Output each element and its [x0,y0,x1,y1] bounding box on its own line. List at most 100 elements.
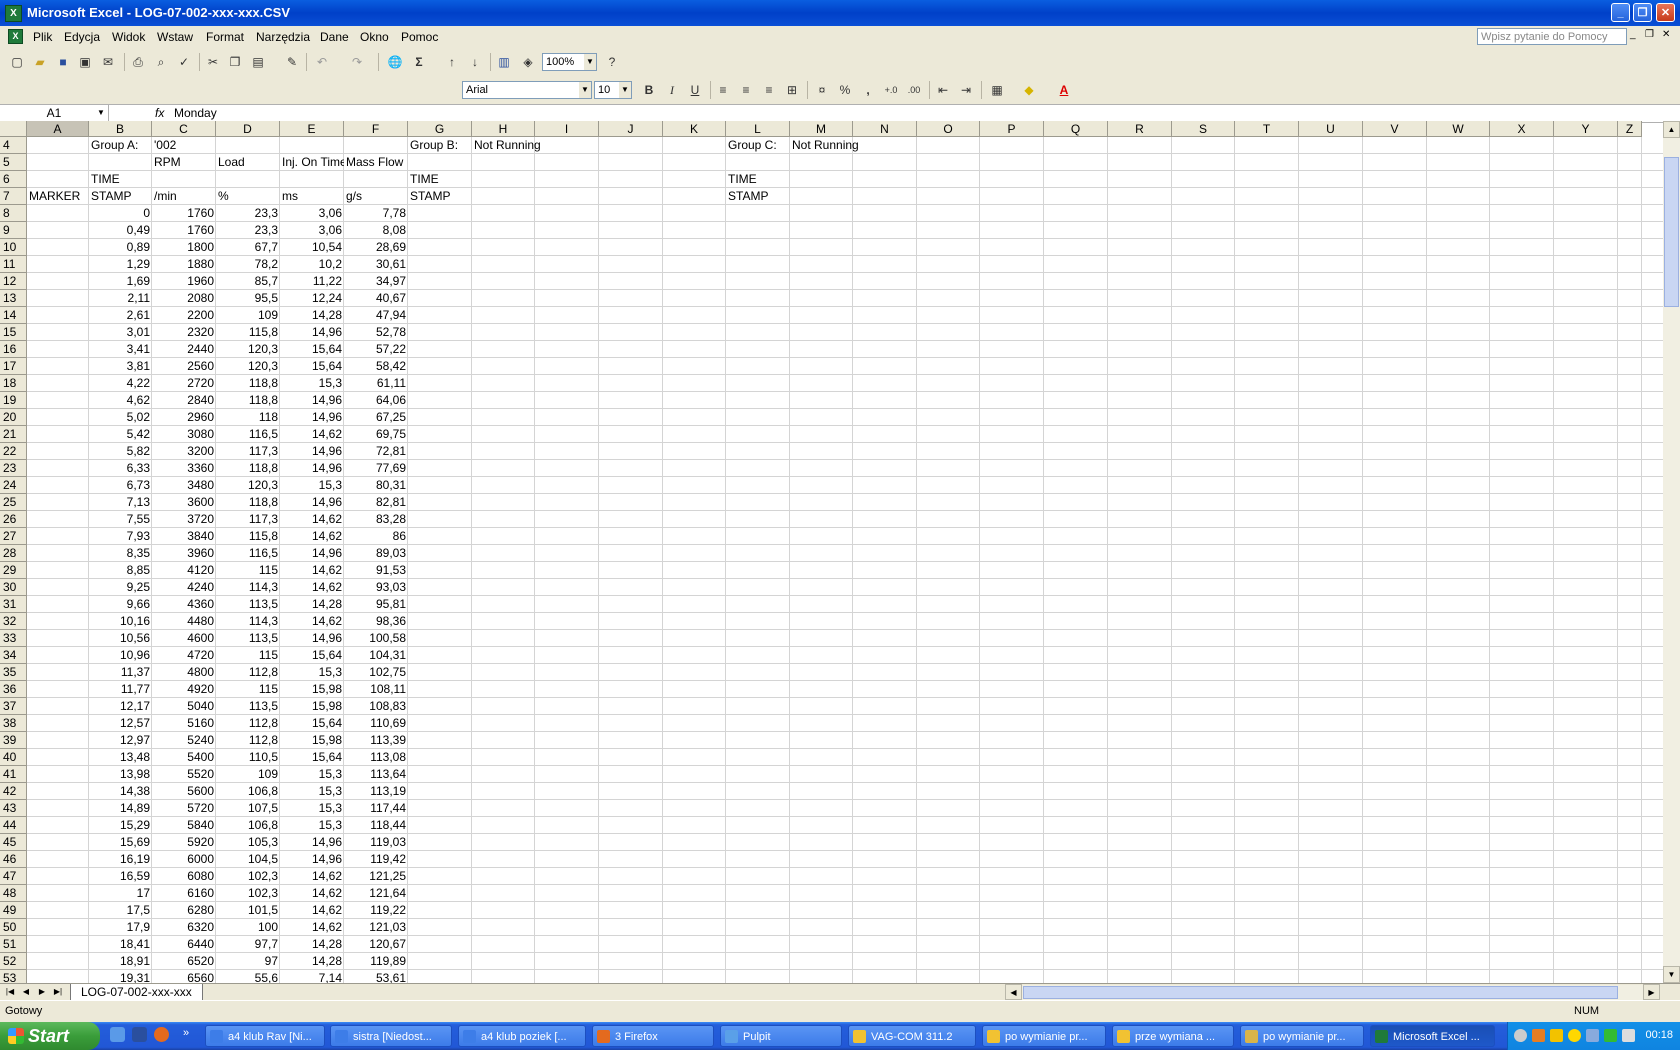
column-header-a[interactable]: A [27,121,89,137]
cell-d44[interactable]: 106,8 [216,817,280,834]
cell-d32[interactable]: 114,3 [216,613,280,630]
cell-f37[interactable]: 108,83 [344,698,408,715]
cell-f20[interactable]: 67,25 [344,409,408,426]
cell-c45[interactable]: 5920 [152,834,216,851]
cell-b18[interactable]: 4,22 [89,375,152,392]
column-header-k[interactable]: K [663,121,726,137]
chevron-down-icon[interactable]: ▼ [97,108,105,117]
permission-icon[interactable]: ▣ [76,53,94,71]
cell-c13[interactable]: 2080 [152,290,216,307]
sheet-tab[interactable]: LOG-07-002-xxx-xxx [70,984,203,1001]
currency-icon[interactable]: ¤ [813,81,831,99]
font-size-select[interactable]: 10 ▼ [594,81,632,99]
borders-icon[interactable]: ▦ [988,81,1006,99]
row-header-17[interactable]: 17 [0,358,27,375]
bold-button[interactable]: B [640,81,658,99]
row-header-13[interactable]: 13 [0,290,27,307]
cell-e24[interactable]: 15,3 [280,477,344,494]
tray-shield-icon[interactable] [1550,1029,1563,1042]
cell-e44[interactable]: 15,3 [280,817,344,834]
cell-c24[interactable]: 3480 [152,477,216,494]
zoom-select[interactable]: 100% ▼ [542,53,597,71]
cell-d23[interactable]: 118,8 [216,460,280,477]
start-button[interactable]: Start [0,1022,100,1050]
cell-e16[interactable]: 15,64 [280,341,344,358]
cut-icon[interactable]: ✂ [204,53,222,71]
cell-b47[interactable]: 16,59 [89,868,152,885]
cell-b29[interactable]: 8,85 [89,562,152,579]
cell-d36[interactable]: 115 [216,681,280,698]
cell-f40[interactable]: 113,08 [344,749,408,766]
cell-b45[interactable]: 15,69 [89,834,152,851]
new-icon[interactable]: ▢ [8,53,26,71]
cell-l7[interactable]: STAMP [726,188,790,205]
cell-e52[interactable]: 14,28 [280,953,344,970]
cell-b39[interactable]: 12,97 [89,732,152,749]
cell-f15[interactable]: 52,78 [344,324,408,341]
tray-arrow-icon[interactable] [1514,1029,1527,1042]
column-header-z[interactable]: Z [1618,121,1642,137]
cell-c44[interactable]: 5840 [152,817,216,834]
cell-f18[interactable]: 61,11 [344,375,408,392]
row-header-8[interactable]: 8 [0,205,27,222]
hyperlink-icon[interactable]: 🌐 [386,53,404,71]
cell-b31[interactable]: 9,66 [89,596,152,613]
cell-f29[interactable]: 91,53 [344,562,408,579]
cell-b53[interactable]: 19,31 [89,970,152,983]
align-center-icon[interactable]: ≡ [737,81,755,99]
cell-f21[interactable]: 69,75 [344,426,408,443]
column-header-w[interactable]: W [1427,121,1490,137]
cell-b44[interactable]: 15,29 [89,817,152,834]
cell-d42[interactable]: 106,8 [216,783,280,800]
row-header-51[interactable]: 51 [0,936,27,953]
cell-c38[interactable]: 5160 [152,715,216,732]
row-header-22[interactable]: 22 [0,443,27,460]
cell-c39[interactable]: 5240 [152,732,216,749]
email-icon[interactable]: ✉ [99,53,117,71]
cell-c21[interactable]: 3080 [152,426,216,443]
column-header-f[interactable]: F [344,121,408,137]
cell-c28[interactable]: 3960 [152,545,216,562]
cell-e30[interactable]: 14,62 [280,579,344,596]
row-header-38[interactable]: 38 [0,715,27,732]
menu-format[interactable]: Format [206,30,244,44]
row-header-12[interactable]: 12 [0,273,27,290]
cell-d38[interactable]: 112,8 [216,715,280,732]
cell-e27[interactable]: 14,62 [280,528,344,545]
cell-c27[interactable]: 3840 [152,528,216,545]
cell-e12[interactable]: 11,22 [280,273,344,290]
cell-f9[interactable]: 8,08 [344,222,408,239]
cell-d7[interactable]: % [216,188,280,205]
cell-f26[interactable]: 83,28 [344,511,408,528]
cell-d10[interactable]: 67,7 [216,239,280,256]
undo-icon[interactable]: ↶ [313,53,331,71]
cell-h4[interactable]: Not Running [472,137,598,154]
chart-wizard-icon[interactable]: ▥ [495,53,513,71]
taskbar-item[interactable]: 3 Firefox [592,1025,714,1047]
cell-f30[interactable]: 93,03 [344,579,408,596]
column-header-g[interactable]: G [408,121,472,137]
maximize-button[interactable]: ❐ [1633,3,1652,22]
row-header-25[interactable]: 25 [0,494,27,511]
print-icon[interactable]: ⎙ [129,53,147,71]
cell-e29[interactable]: 14,62 [280,562,344,579]
cell-f52[interactable]: 119,89 [344,953,408,970]
cell-f35[interactable]: 102,75 [344,664,408,681]
cell-b43[interactable]: 14,89 [89,800,152,817]
cell-b36[interactable]: 11,77 [89,681,152,698]
column-header-o[interactable]: O [917,121,980,137]
cell-c30[interactable]: 4240 [152,579,216,596]
increase-indent-icon[interactable]: ⇥ [957,81,975,99]
cell-d43[interactable]: 107,5 [216,800,280,817]
cell-c19[interactable]: 2840 [152,392,216,409]
cell-f44[interactable]: 118,44 [344,817,408,834]
cell-f47[interactable]: 121,25 [344,868,408,885]
cell-e40[interactable]: 15,64 [280,749,344,766]
row-header-24[interactable]: 24 [0,477,27,494]
row-header-35[interactable]: 35 [0,664,27,681]
cell-e17[interactable]: 15,64 [280,358,344,375]
cell-f33[interactable]: 100,58 [344,630,408,647]
cell-b27[interactable]: 7,93 [89,528,152,545]
cell-e38[interactable]: 15,64 [280,715,344,732]
cell-e47[interactable]: 14,62 [280,868,344,885]
